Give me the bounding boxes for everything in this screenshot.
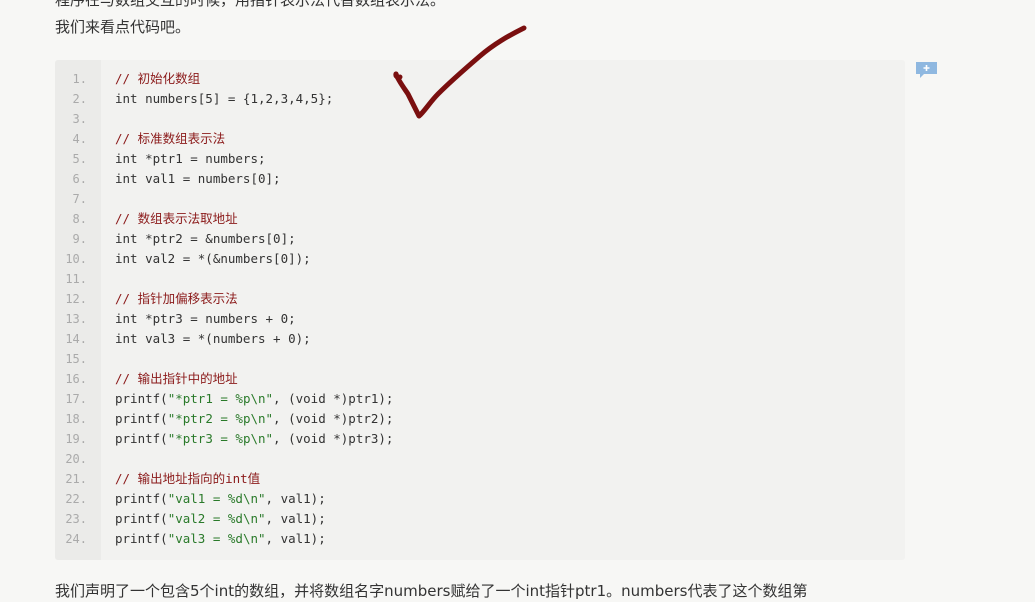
- line-number: 8.: [72, 212, 87, 226]
- code-block: 1. // 初始化数组 2. int numbers[5] = {1,2,3,4,5}…: [55, 60, 905, 560]
- code-text: int val3 = *(numbers + 0);: [115, 331, 311, 346]
- paragraph-lead: 我们来看点代码吧。: [55, 18, 191, 36]
- line-number: 23.: [65, 512, 87, 526]
- paragraph-explanation: 我们声明了一个包含5个int的数组，并将数组名字numbers赋给了一个int指…: [55, 582, 808, 600]
- line-number: 12.: [65, 292, 87, 306]
- line-number: 18.: [65, 412, 87, 426]
- line-number: 4.: [72, 132, 87, 146]
- line-number: 11.: [65, 272, 87, 286]
- code-text: int val1 = numbers[0];: [115, 171, 281, 186]
- line-number: 3.: [72, 112, 87, 126]
- code-text: printf("*ptr1 = %p\n", (void *)ptr1);: [115, 391, 394, 406]
- code-text: int val2 = *(&numbers[0]);: [115, 251, 311, 266]
- line-number: 1.: [72, 72, 87, 86]
- checkmark-icon: [393, 25, 527, 119]
- line-number: 20.: [65, 452, 87, 466]
- code-text: int *ptr3 = numbers + 0;: [115, 311, 296, 326]
- line-number: 21.: [65, 472, 87, 486]
- code-text: printf("*ptr2 = %p\n", (void *)ptr2);: [115, 411, 394, 426]
- code-comment: // 指针加偏移表示法: [115, 291, 238, 306]
- code-comment: // 标准数组表示法: [115, 131, 226, 146]
- line-number: 15.: [65, 352, 87, 366]
- line-number: 16.: [65, 372, 87, 386]
- line-number: 10.: [65, 252, 87, 266]
- line-number: 9.: [72, 232, 87, 246]
- line-number: 14.: [65, 332, 87, 346]
- line-number: 2.: [72, 92, 87, 106]
- line-number: 17.: [65, 392, 87, 406]
- code-comment: // 数组表示法取地址: [115, 211, 238, 226]
- code-text: int *ptr2 = &numbers[0];: [115, 231, 296, 246]
- code-comment: // 输出地址指向的int值: [115, 471, 261, 486]
- line-number: 7.: [72, 192, 87, 206]
- line-number: 5.: [72, 152, 87, 166]
- code-text: int numbers[5] = {1,2,3,4,5};: [115, 91, 334, 106]
- line-number: 22.: [65, 492, 87, 506]
- line-number: 19.: [65, 432, 87, 446]
- line-number: 6.: [72, 172, 87, 186]
- add-comment-icon[interactable]: [915, 61, 938, 79]
- code-text: int *ptr1 = numbers;: [115, 151, 266, 166]
- code-comment: // 初始化数组: [115, 71, 201, 86]
- code-text: printf("val1 = %d\n", val1);: [115, 491, 326, 506]
- line-number: 13.: [65, 312, 87, 326]
- code-text: printf("val3 = %d\n", val1);: [115, 531, 326, 546]
- code-text: printf("*ptr3 = %p\n", (void *)ptr3);: [115, 431, 394, 446]
- line-number: 24.: [65, 532, 87, 546]
- paragraph-intro: 程序在与数组交互的时候，用指针表示法代替数组表示法。: [55, 0, 446, 9]
- code-comment: // 输出指针中的地址: [115, 371, 238, 386]
- code-text: printf("val2 = %d\n", val1);: [115, 511, 326, 526]
